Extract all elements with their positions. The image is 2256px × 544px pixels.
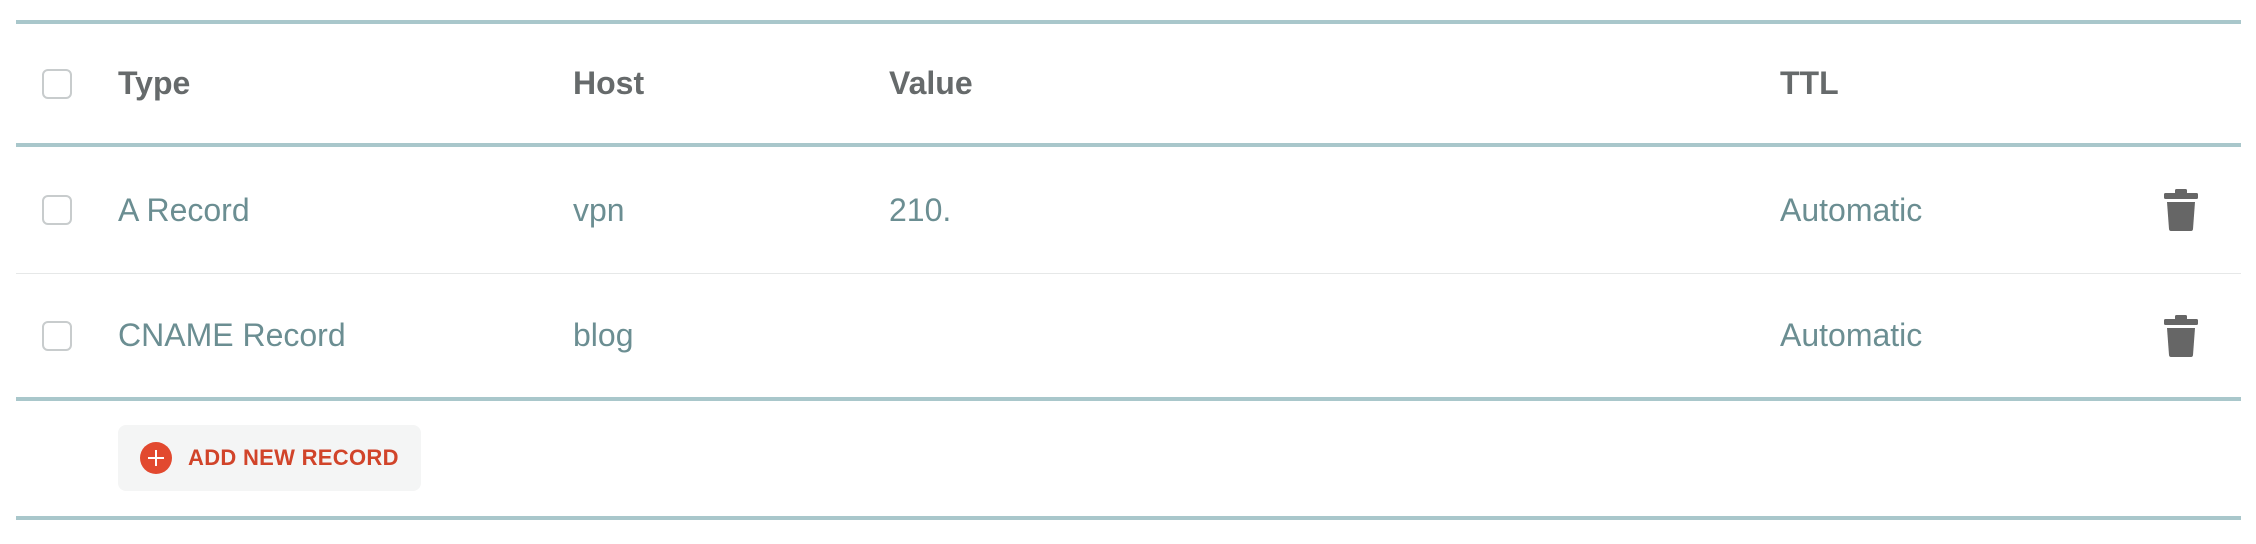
column-header-ttl[interactable]: TTL <box>1780 65 1839 102</box>
plus-circle-icon <box>140 442 172 474</box>
column-header-type[interactable]: Type <box>118 65 190 102</box>
row-checkbox[interactable] <box>42 320 72 351</box>
table-row[interactable]: A Record vpn 210. Automatic <box>16 147 2241 274</box>
row-checkbox[interactable] <box>42 195 72 225</box>
delete-record-button[interactable] <box>2164 189 2198 231</box>
add-new-record-button[interactable]: ADD NEW RECORD <box>118 425 421 491</box>
delete-record-button[interactable] <box>2164 314 2198 357</box>
table-footer-row: ADD NEW RECORD <box>16 401 2241 520</box>
column-header-value[interactable]: Value <box>889 65 973 102</box>
record-host[interactable]: vpn <box>573 192 625 229</box>
dns-records-table: Type Host Value TTL A Record vpn 210. Au… <box>16 20 2241 520</box>
record-type[interactable]: A Record <box>118 192 250 229</box>
table-row[interactable]: CNAME Record blog Automatic <box>16 274 2241 401</box>
record-value[interactable]: 210. <box>889 192 951 229</box>
record-type[interactable]: CNAME Record <box>118 317 346 354</box>
table-header-row: Type Host Value TTL <box>16 20 2241 147</box>
column-header-host[interactable]: Host <box>573 65 644 102</box>
add-new-record-label: ADD NEW RECORD <box>188 445 399 470</box>
record-ttl[interactable]: Automatic <box>1780 317 1922 354</box>
select-all-checkbox-cell <box>42 68 72 99</box>
row-checkbox-cell <box>42 195 72 225</box>
record-ttl[interactable]: Automatic <box>1780 192 1922 229</box>
row-checkbox-cell <box>42 320 72 351</box>
select-all-checkbox[interactable] <box>42 68 72 99</box>
trash-icon <box>2164 189 2198 231</box>
trash-icon <box>2164 314 2198 357</box>
record-host[interactable]: blog <box>573 317 634 354</box>
